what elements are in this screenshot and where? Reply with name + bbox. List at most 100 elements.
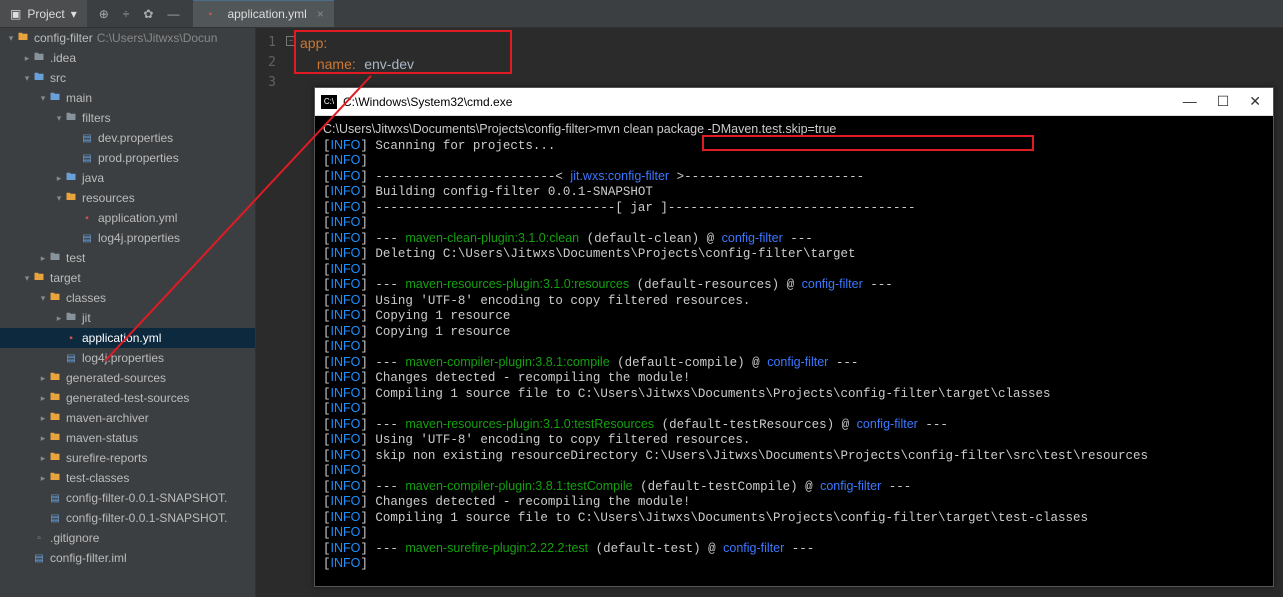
hide-icon[interactable]: — <box>167 7 179 21</box>
project-label: Project <box>27 7 64 21</box>
dir-b-icon: 🖿 <box>64 171 78 185</box>
yml-icon: ▪ <box>64 331 78 345</box>
expand-icon[interactable]: ▾ <box>22 273 32 284</box>
tree-label: prod.properties <box>98 151 179 165</box>
tree-label: application.yml <box>98 211 177 225</box>
expand-icon[interactable]: ▾ <box>54 193 64 204</box>
tree-label: .gitignore <box>50 531 99 545</box>
tree-item[interactable]: ▾🖿target <box>0 268 255 288</box>
tree-label: log4j.properties <box>98 231 180 245</box>
tree-label: main <box>66 91 92 105</box>
yml-icon: ▪ <box>203 7 217 21</box>
tree-item[interactable]: ▸🖿 test <box>0 248 255 268</box>
expand-icon[interactable]: ▸ <box>38 253 48 264</box>
cmd-window[interactable]: C:\ C:\Windows\System32\cmd.exe — ☐ ✕ C:… <box>314 87 1274 587</box>
gear-icon[interactable]: ✿ <box>143 7 153 21</box>
cmd-icon: C:\ <box>321 95 337 109</box>
tree-item[interactable]: ▾🖿filters <box>0 108 255 128</box>
expand-icon[interactable]: ▾ <box>38 93 48 104</box>
folder-icon: ▣ <box>10 7 21 21</box>
expand-icon[interactable]: ▸ <box>38 413 48 424</box>
cmd-titlebar[interactable]: C:\ C:\Windows\System32\cmd.exe — ☐ ✕ <box>315 88 1273 116</box>
tree-item[interactable]: ▫ .gitignore <box>0 528 255 548</box>
tree-item[interactable]: ▸🖿test-classes <box>0 468 255 488</box>
prop-icon: ▤ <box>64 351 78 365</box>
dir-b-icon: 🖿 <box>32 71 46 85</box>
editor-tabs: ▪ application.yml × <box>193 0 333 27</box>
prop-icon: ▤ <box>80 231 94 245</box>
tree-label: dev.properties <box>98 131 173 145</box>
collapse-icon[interactable]: ÷ <box>123 7 130 21</box>
dir-m-icon: 🖿 <box>48 391 62 405</box>
tab-application-yml[interactable]: ▪ application.yml × <box>193 0 333 27</box>
tree-item[interactable]: ▤config-filter-0.0.1-SNAPSHOT. <box>0 488 255 508</box>
cmd-output: C:\Users\Jitwxs\Documents\Projects\confi… <box>315 116 1273 586</box>
expand-icon[interactable]: ▾ <box>54 113 64 124</box>
close-icon[interactable]: ✕ <box>1249 93 1261 110</box>
project-dropdown[interactable]: ▣ Project ▾ <box>0 0 87 27</box>
expand-icon[interactable]: ▾ <box>22 73 32 84</box>
tree-label: src <box>50 71 66 85</box>
project-tree[interactable]: ▾🖿config-filterC:\Users\Jitwxs\Docun▸🖿.i… <box>0 28 256 597</box>
expand-icon[interactable]: ▸ <box>38 433 48 444</box>
tree-label: classes <box>66 291 106 305</box>
tree-item[interactable]: ▾🖿 src <box>0 68 255 88</box>
tree-item[interactable]: ▤ config-filter.iml <box>0 548 255 568</box>
dir-m-icon: 🖿 <box>32 271 46 285</box>
minimize-icon[interactable]: — <box>1183 93 1197 110</box>
tree-item[interactable]: ▪application.yml <box>0 328 255 348</box>
tree-label: test-classes <box>66 471 129 485</box>
tree-label: .idea <box>50 51 76 65</box>
prop-icon: ▤ <box>32 551 46 565</box>
tree-item[interactable]: ▸🖿generated-test-sources <box>0 388 255 408</box>
close-icon[interactable]: × <box>317 7 324 21</box>
tree-item[interactable]: ▸🖿surefire-reports <box>0 448 255 468</box>
tree-item[interactable]: ▸🖿maven-archiver <box>0 408 255 428</box>
dir-icon: 🖿 <box>32 51 46 65</box>
dir-icon: 🖿 <box>64 311 78 325</box>
tree-item[interactable]: ▸🖿 .idea <box>0 48 255 68</box>
tree-item[interactable]: ▾🖿 main <box>0 88 255 108</box>
expand-icon[interactable]: ▾ <box>6 33 16 44</box>
prop-icon: ▤ <box>48 511 62 525</box>
tree-label: config-filter.iml <box>50 551 127 565</box>
tree-label: java <box>82 171 104 185</box>
tree-item[interactable]: ▤ log4j.properties <box>0 348 255 368</box>
tree-label: config-filter-0.0.1-SNAPSHOT. <box>66 491 227 505</box>
dir-m-icon: 🖿 <box>48 431 62 445</box>
tree-item[interactable]: ▤ log4j.properties <box>0 228 255 248</box>
tree-item[interactable]: ▸🖿jit <box>0 308 255 328</box>
tree-item[interactable]: ▤config-filter-0.0.1-SNAPSHOT. <box>0 508 255 528</box>
prop-icon: ▤ <box>80 151 94 165</box>
tree-label: test <box>66 251 85 265</box>
tree-item[interactable]: ▸🖿 java <box>0 168 255 188</box>
yml-icon: ▪ <box>80 211 94 225</box>
expand-icon[interactable]: ▸ <box>38 473 48 484</box>
tree-item[interactable]: ▾🖿resources <box>0 188 255 208</box>
dir-m-icon: 🖿 <box>48 451 62 465</box>
tree-item[interactable]: ▸🖿generated-sources <box>0 368 255 388</box>
tree-item[interactable]: ▪ application.yml <box>0 208 255 228</box>
expand-icon[interactable]: ▸ <box>38 453 48 464</box>
tree-item[interactable]: ▸🖿 maven-status <box>0 428 255 448</box>
tree-item[interactable]: ▾🖿 classes <box>0 288 255 308</box>
expand-icon[interactable]: ▸ <box>54 173 64 184</box>
maximize-icon[interactable]: ☐ <box>1217 93 1230 110</box>
tree-item[interactable]: ▤ prod.properties <box>0 148 255 168</box>
dir-m-icon: 🖿 <box>48 291 62 305</box>
expand-icon[interactable]: ▸ <box>22 53 32 64</box>
expand-icon[interactable]: ▸ <box>38 373 48 384</box>
expand-icon[interactable]: ▸ <box>54 313 64 324</box>
tree-label: maven-status <box>66 431 138 445</box>
dir-b-icon: 🖿 <box>48 91 62 105</box>
target-icon[interactable]: ⊕ <box>99 7 109 21</box>
expand-icon[interactable]: ▾ <box>38 293 48 304</box>
tree-label: log4j.properties <box>82 351 164 365</box>
dir-m-icon: 🖿 <box>48 411 62 425</box>
file-icon: ▫ <box>32 531 46 545</box>
tree-item[interactable]: ▤dev.properties <box>0 128 255 148</box>
expand-icon[interactable]: ▸ <box>38 393 48 404</box>
tree-item[interactable]: ▾🖿config-filterC:\Users\Jitwxs\Docun <box>0 28 255 48</box>
dir-icon: 🖿 <box>48 251 62 265</box>
fold-icon[interactable]: − <box>286 36 296 46</box>
